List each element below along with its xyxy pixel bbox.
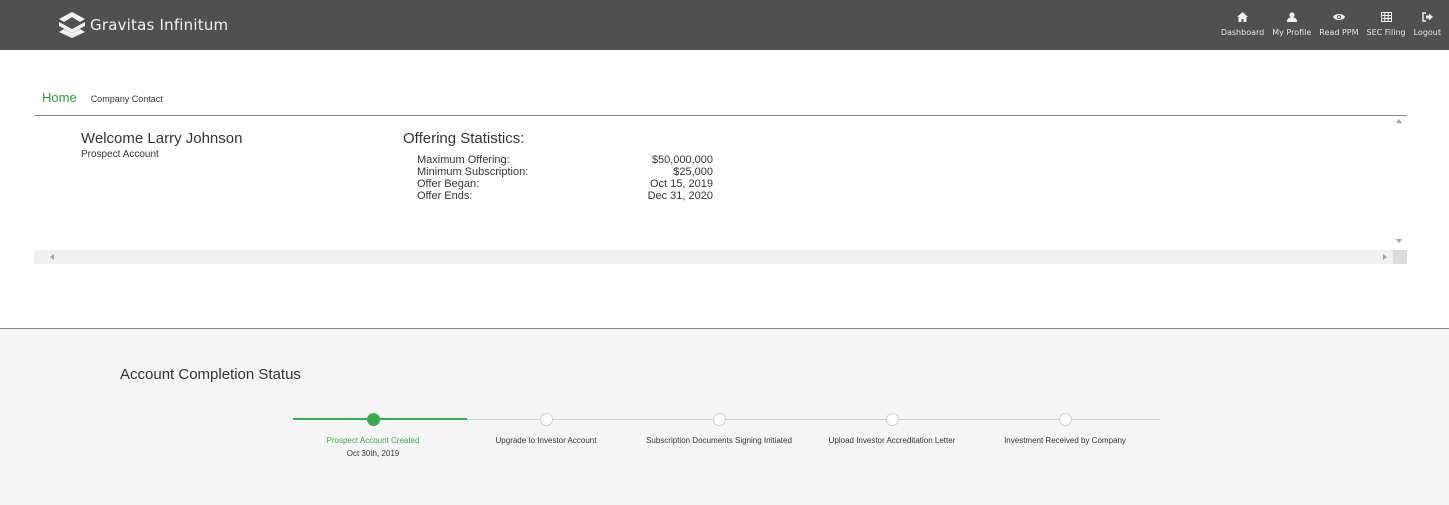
brand-name: Gravitas Infinitum (90, 16, 229, 34)
account-completion-title: Account Completion Status (120, 366, 301, 383)
horizontal-scrollbar[interactable] (34, 250, 1393, 264)
welcome-panel: Welcome Larry Johnson Prospect Account O… (34, 116, 1407, 264)
step-pending-icon (1058, 413, 1072, 426)
eye-icon (1331, 10, 1347, 24)
scrollbar-corner (1393, 250, 1407, 264)
scroll-down-icon[interactable] (1396, 239, 1402, 243)
tab-company-contact[interactable]: Company Contact (91, 94, 163, 104)
step-label: Upload Investor Accreditation Letter (828, 436, 956, 445)
table-icon (1378, 10, 1394, 24)
stat-label: Maximum Offering: (417, 154, 510, 166)
offering-statistics: Offering Statistics: Maximum Offering: $… (403, 130, 723, 202)
step-label: Upgrade to Investor Account (495, 436, 597, 445)
top-nav-menu: Dashboard My Profile Read PPM SEC Filing… (1213, 10, 1441, 37)
step-label: Prospect Account Created (326, 436, 420, 445)
nav-logout-label: Logout (1413, 28, 1441, 37)
welcome-block: Welcome Larry Johnson Prospect Account (81, 130, 242, 160)
stat-row: Offer Ends: Dec 31, 2020 (403, 190, 713, 202)
brand-logo-icon (59, 12, 85, 38)
progress-step: Prospect Account Created Oct 30th, 2019 (273, 413, 473, 458)
stat-label: Offer Ends: (417, 190, 473, 202)
top-navbar: Gravitas Infinitum Dashboard My Profile … (0, 0, 1449, 50)
step-complete-icon (366, 413, 380, 426)
home-icon (1235, 10, 1251, 24)
progress-step: Investment Received by Company (965, 413, 1165, 445)
step-pending-icon (539, 413, 553, 426)
logout-icon (1419, 10, 1435, 24)
account-type: Prospect Account (81, 149, 159, 160)
account-completion-section: Account Completion Status Prospect Accou… (0, 329, 1449, 505)
brand-logo[interactable]: Gravitas Infinitum (58, 9, 228, 41)
welcome-greeting: Welcome Larry Johnson (81, 130, 243, 147)
tab-home[interactable]: Home (42, 90, 77, 105)
step-label: Investment Received by Company (1004, 436, 1126, 445)
stat-value: Dec 31, 2020 (647, 190, 713, 202)
scroll-left-icon[interactable] (50, 254, 54, 260)
user-icon (1284, 10, 1300, 24)
nav-my-profile[interactable]: My Profile (1272, 10, 1311, 37)
step-label: Subscription Documents Signing Initiated (646, 436, 792, 445)
nav-read-ppm-label: Read PPM (1319, 28, 1359, 37)
step-pending-icon (885, 413, 899, 426)
offering-statistics-title: Offering Statistics: (403, 130, 525, 147)
stat-value: Oct 15, 2019 (650, 178, 713, 190)
welcome-panel-content: Welcome Larry Johnson Prospect Account O… (34, 116, 1393, 250)
stat-row: Maximum Offering: $50,000,000 (403, 154, 713, 166)
scroll-right-icon[interactable] (1383, 254, 1387, 260)
stat-row: Offer Began: Oct 15, 2019 (403, 178, 713, 190)
nav-read-ppm[interactable]: Read PPM (1319, 10, 1359, 37)
scroll-up-icon[interactable] (1396, 119, 1402, 123)
stat-row: Minimum Subscription: $25,000 (403, 166, 713, 178)
stat-value: $25,000 (673, 166, 713, 178)
nav-sec-filing-label: SEC Filing (1366, 28, 1406, 37)
stat-value: $50,000,000 (651, 154, 713, 166)
progress-step: Upload Investor Accreditation Letter (792, 413, 992, 445)
step-date: Oct 30th, 2019 (346, 449, 400, 458)
stat-label: Offer Began: (417, 178, 480, 190)
secondary-nav: Home Company Contact (42, 90, 163, 105)
step-pending-icon (712, 413, 726, 426)
nav-sec-filing[interactable]: SEC Filing (1367, 10, 1406, 37)
progress-step: Subscription Documents Signing Initiated (619, 413, 819, 445)
nav-logout[interactable]: Logout (1414, 10, 1441, 37)
nav-dashboard[interactable]: Dashboard (1221, 10, 1264, 37)
stat-label: Minimum Subscription: (417, 166, 529, 178)
nav-my-profile-label: My Profile (1272, 28, 1312, 37)
progress-step: Upgrade to Investor Account (446, 413, 646, 445)
nav-dashboard-label: Dashboard (1220, 28, 1265, 37)
vertical-scrollbar[interactable] (1393, 116, 1407, 250)
